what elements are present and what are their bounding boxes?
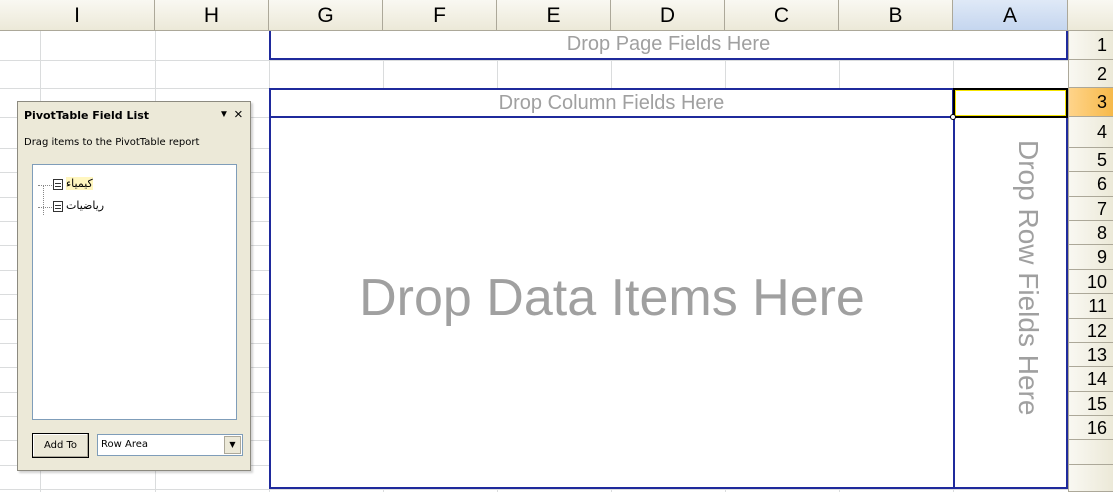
area-select[interactable]: Row Area ▼: [97, 434, 243, 456]
column-header-c[interactable]: C: [725, 0, 839, 31]
row-header-selected[interactable]: 3: [1068, 88, 1113, 117]
row-header[interactable]: 4: [1068, 117, 1113, 148]
drop-data-items-area[interactable]: Drop Data Items Here: [269, 116, 955, 489]
field-icon: [53, 201, 63, 212]
row-header[interactable]: 12: [1068, 319, 1113, 343]
column-header-h[interactable]: H: [155, 0, 269, 31]
drop-data-items-label: Drop Data Items Here: [359, 268, 865, 327]
row-header[interactable]: 10: [1068, 270, 1113, 294]
row-header[interactable]: 16: [1068, 416, 1113, 440]
pane-options-dropdown-icon[interactable]: ▼: [219, 109, 229, 120]
tree-connector: [38, 185, 52, 186]
column-header-d[interactable]: D: [611, 0, 725, 31]
row-header[interactable]: 13: [1068, 343, 1113, 367]
row-header[interactable]: 7: [1068, 197, 1113, 221]
column-header-b[interactable]: B: [839, 0, 953, 31]
close-icon[interactable]: ×: [234, 106, 243, 123]
row-header[interactable]: [1068, 440, 1113, 465]
pivottable-field-list-pane: PivotTable Field List ▼ × Drag items to …: [17, 101, 251, 471]
row-header[interactable]: 8: [1068, 221, 1113, 245]
row-header[interactable]: 2: [1068, 60, 1113, 88]
drop-row-fields-label: Drop Row Fields Here: [1013, 140, 1044, 416]
row-header[interactable]: 9: [1068, 245, 1113, 270]
field-icon: [53, 179, 63, 190]
column-header-g[interactable]: G: [269, 0, 383, 31]
drop-column-fields-area[interactable]: Drop Column Fields Here: [269, 88, 954, 118]
tree-connector: [38, 207, 52, 208]
fill-handle[interactable]: [950, 114, 956, 120]
column-header-f[interactable]: F: [383, 0, 497, 31]
field-item[interactable]: رياضيات: [38, 199, 228, 217]
row-header[interactable]: 11: [1068, 294, 1113, 319]
field-label: رياضيات: [66, 199, 105, 212]
drop-row-fields-area[interactable]: [953, 116, 1068, 489]
column-header-a[interactable]: A: [953, 0, 1068, 31]
chevron-down-icon[interactable]: ▼: [224, 436, 241, 454]
row-header[interactable]: 14: [1068, 367, 1113, 392]
row-header[interactable]: 6: [1068, 172, 1113, 197]
column-header-e[interactable]: E: [497, 0, 611, 31]
drop-page-fields-area[interactable]: Drop Page Fields Here: [269, 31, 1068, 60]
pane-instructions: Drag items to the PivotTable report: [24, 137, 200, 148]
row-header[interactable]: 1: [1068, 31, 1113, 60]
area-select-value: Row Area: [101, 439, 148, 450]
select-all-corner[interactable]: [1068, 0, 1113, 31]
pane-title: PivotTable Field List: [24, 109, 150, 122]
column-headers: I H G F E D C B A: [0, 0, 1113, 32]
field-item[interactable]: كيمياء: [38, 177, 228, 195]
field-list-box: كيمياء رياضيات: [32, 164, 237, 420]
active-cell-highlight: [955, 90, 1066, 116]
row-header[interactable]: 5: [1068, 148, 1113, 172]
row-header[interactable]: [1068, 465, 1113, 492]
field-label: كيمياء: [66, 177, 93, 190]
column-header-i[interactable]: I: [0, 0, 155, 31]
row-header[interactable]: 15: [1068, 392, 1113, 416]
add-to-button[interactable]: Add To: [32, 433, 89, 458]
